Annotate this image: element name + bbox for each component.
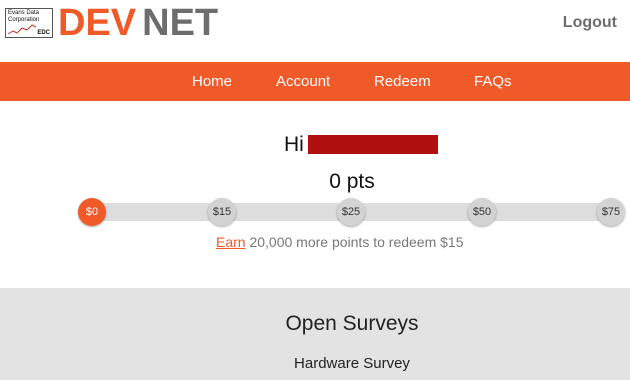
main-nav: Home Account Redeem FAQs xyxy=(0,62,630,101)
earn-message-text: 20,000 more points to redeem $15 xyxy=(245,234,464,250)
survey-item-hardware[interactable]: Hardware Survey xyxy=(0,355,630,372)
nav-redeem[interactable]: Redeem xyxy=(374,73,431,90)
milestone-15: $15 xyxy=(208,198,236,226)
edc-logo-line1: Evans Data xyxy=(8,10,40,16)
logout-link[interactable]: Logout xyxy=(563,14,617,32)
redacted-username xyxy=(307,135,438,154)
nav-home[interactable]: Home xyxy=(192,73,232,90)
brand-dev: DEV xyxy=(58,2,137,44)
milestone-75: $75 xyxy=(597,198,625,226)
nav-faqs[interactable]: FAQs xyxy=(474,73,512,90)
brand-net: NET xyxy=(142,2,219,44)
earn-link[interactable]: Earn xyxy=(216,234,246,250)
nav-account[interactable]: Account xyxy=(276,73,330,90)
milestone-0: $0 xyxy=(78,198,106,226)
chart-line-icon xyxy=(7,24,37,35)
header: Evans Data Corporation EDC DEV NET Logout xyxy=(0,0,630,62)
milestone-50: $50 xyxy=(468,198,496,226)
greeting-hi: Hi xyxy=(284,133,304,156)
greeting: Hi xyxy=(284,134,438,156)
points-total: 0 pts xyxy=(329,170,375,193)
milestone-25: $25 xyxy=(337,198,365,226)
edc-logo-tag: EDC xyxy=(37,30,50,36)
devnet-logo: DEV NET xyxy=(58,2,218,44)
edc-logo: Evans Data Corporation EDC xyxy=(5,8,53,38)
earn-message: Earn 20,000 more points to redeem $15 xyxy=(216,234,464,250)
open-surveys-title: Open Surveys xyxy=(285,312,419,335)
open-surveys-section: Open Surveys Hardware Survey xyxy=(0,288,630,380)
